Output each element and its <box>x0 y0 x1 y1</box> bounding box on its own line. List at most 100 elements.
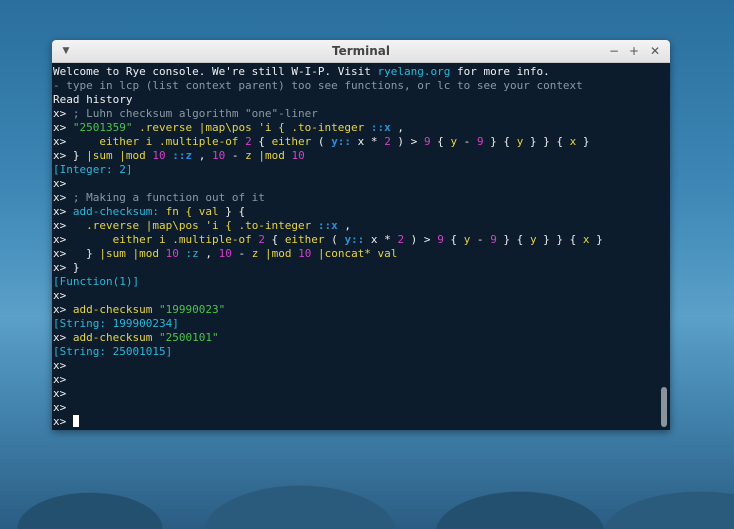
terminal-token: .reverse |map\pos 'i { .to-integer <box>86 219 318 232</box>
terminal-token: 2 <box>258 233 265 246</box>
terminal-token: } <box>589 233 603 246</box>
terminal-token: ; Luhn checksum algorithm "one"-liner <box>72 107 318 120</box>
scrollbar-thumb[interactable] <box>661 387 667 427</box>
terminal-token: } { <box>218 205 246 218</box>
terminal-token: } } { <box>536 233 583 246</box>
terminal-token: add-checksum <box>72 331 159 344</box>
terminal-token: { <box>264 233 285 246</box>
terminal-token: y:: <box>344 233 365 246</box>
terminal-line: x> ; Making a function out of it <box>53 191 658 205</box>
terminal-token: add-checksum <box>72 303 159 316</box>
terminal-token: x> } <box>53 149 87 162</box>
terminal-token: 9 <box>476 135 484 148</box>
terminal-token: ) > <box>404 233 438 246</box>
minimize-button[interactable]: − <box>607 43 621 59</box>
terminal-token: 9 <box>437 233 444 246</box>
scrollbar[interactable] <box>658 63 670 430</box>
terminal-token: x> <box>53 289 67 302</box>
terminal-token: - type in lcp (list context parent) too … <box>53 79 583 92</box>
terminal-token: 10 <box>165 247 179 260</box>
terminal-line: x> <box>53 387 658 401</box>
terminal-token: x> <box>53 233 113 246</box>
terminal-line: x> <box>53 401 658 415</box>
terminal-line: x> } <box>53 261 658 275</box>
text-cursor <box>72 415 79 427</box>
terminal-token: ; Making a function out of it <box>72 191 265 204</box>
maximize-button[interactable]: + <box>627 43 641 59</box>
terminal-token: fn { <box>158 205 199 218</box>
terminal-line: [Integer: 2] <box>53 163 658 177</box>
terminal-token: { <box>251 135 272 148</box>
terminal-line: x> either i .multiple-of 2 { either ( y:… <box>53 233 658 247</box>
terminal-token: add-checksum: <box>72 205 159 218</box>
terminal-token: - <box>457 135 477 148</box>
terminal-token: } } { <box>523 135 570 148</box>
terminal-token: ) > <box>390 135 424 148</box>
terminal-line: x> <box>53 373 658 387</box>
terminal-line: x> add-checksum: fn { val } { <box>53 205 658 219</box>
terminal-line: [String: 25001015] <box>53 345 658 359</box>
window-title: Terminal <box>331 44 391 58</box>
terminal-token: 9 <box>423 135 431 148</box>
terminal-token: "19990023" <box>158 303 226 316</box>
terminal-token: x> <box>53 359 67 372</box>
terminal-token: x> <box>53 121 73 134</box>
terminal-token: z |mod <box>251 247 299 260</box>
terminal-token: "2500101" <box>158 331 219 344</box>
terminal-line: Welcome to Rye console. We're still W-I-… <box>53 65 658 79</box>
terminal-token: 2 <box>384 135 391 148</box>
title-bar[interactable]: ▼ Terminal − + ✕ <box>52 40 670 63</box>
terminal-token: either <box>284 233 325 246</box>
terminal-line: x> <box>53 177 658 191</box>
terminal-line: x> .reverse |map\pos 'i { .to-integer ::… <box>53 219 658 233</box>
terminal-line: x> <box>53 415 658 429</box>
terminal-token: x> <box>53 401 67 414</box>
terminal-token: 10 <box>152 149 166 162</box>
terminal-token: x> <box>53 135 100 148</box>
terminal-token: either i .multiple-of <box>99 135 246 148</box>
terminal-token: Welcome to Rye console. We're still W-I-… <box>53 65 378 78</box>
terminal-token: "2501359" <box>72 121 133 134</box>
terminal-token: 10 <box>298 247 312 260</box>
terminal-token: [Integer: 2] <box>53 163 133 176</box>
terminal-token: ::x <box>370 121 391 134</box>
terminal-line: x> ; Luhn checksum algorithm "one"-liner <box>53 107 658 121</box>
terminal-token: 10 <box>291 149 305 162</box>
terminal-token: - <box>225 149 246 162</box>
terminal-token: ::z <box>165 149 193 162</box>
terminal-token: z |mod <box>245 149 292 162</box>
terminal-line: Read history <box>53 93 658 107</box>
terminal-token: 10 <box>218 247 232 260</box>
terminal-line: [String: 199900234] <box>53 317 658 331</box>
close-button[interactable]: ✕ <box>648 43 662 59</box>
terminal-token: [Function(1)] <box>53 275 140 288</box>
terminal-token: Read history <box>53 93 133 106</box>
terminal-line: [Function(1)] <box>53 275 658 289</box>
terminal-token: x> <box>53 373 67 386</box>
terminal-token: y:: <box>331 135 352 148</box>
terminal-token: x> <box>53 191 73 204</box>
terminal-token: ::x <box>317 219 338 232</box>
terminal-token: for more info. <box>450 65 550 78</box>
terminal-token: either i .multiple-of <box>112 233 259 246</box>
terminal-token: |concat* val <box>311 247 398 260</box>
terminal-line: x> either i .multiple-of 2 { either ( y:… <box>53 135 658 149</box>
terminal-token: } { <box>496 233 530 246</box>
terminal-token: ryelang.org <box>377 65 451 78</box>
terminal-token: 9 <box>490 233 497 246</box>
terminal-window[interactable]: ▼ Terminal − + ✕ Welcome to Rye console.… <box>52 40 670 430</box>
terminal-token: , <box>337 219 352 232</box>
terminal-output[interactable]: Welcome to Rye console. We're still W-I-… <box>52 63 658 430</box>
terminal-line: x> add-checksum "19990023" <box>53 303 658 317</box>
terminal-token: either <box>271 135 312 148</box>
terminal-token: |sum |mod <box>99 247 166 260</box>
terminal-token: { <box>430 135 451 148</box>
terminal-token: { <box>443 233 464 246</box>
terminal-token: x> <box>53 177 67 190</box>
terminal-line: - type in lcp (list context parent) too … <box>53 79 658 93</box>
terminal-token: ( <box>324 233 345 246</box>
terminal-token: - <box>231 247 252 260</box>
terminal-line: x> <box>53 289 658 303</box>
terminal-token: x> <box>53 415 73 428</box>
terminal-token: x> <box>53 303 73 316</box>
